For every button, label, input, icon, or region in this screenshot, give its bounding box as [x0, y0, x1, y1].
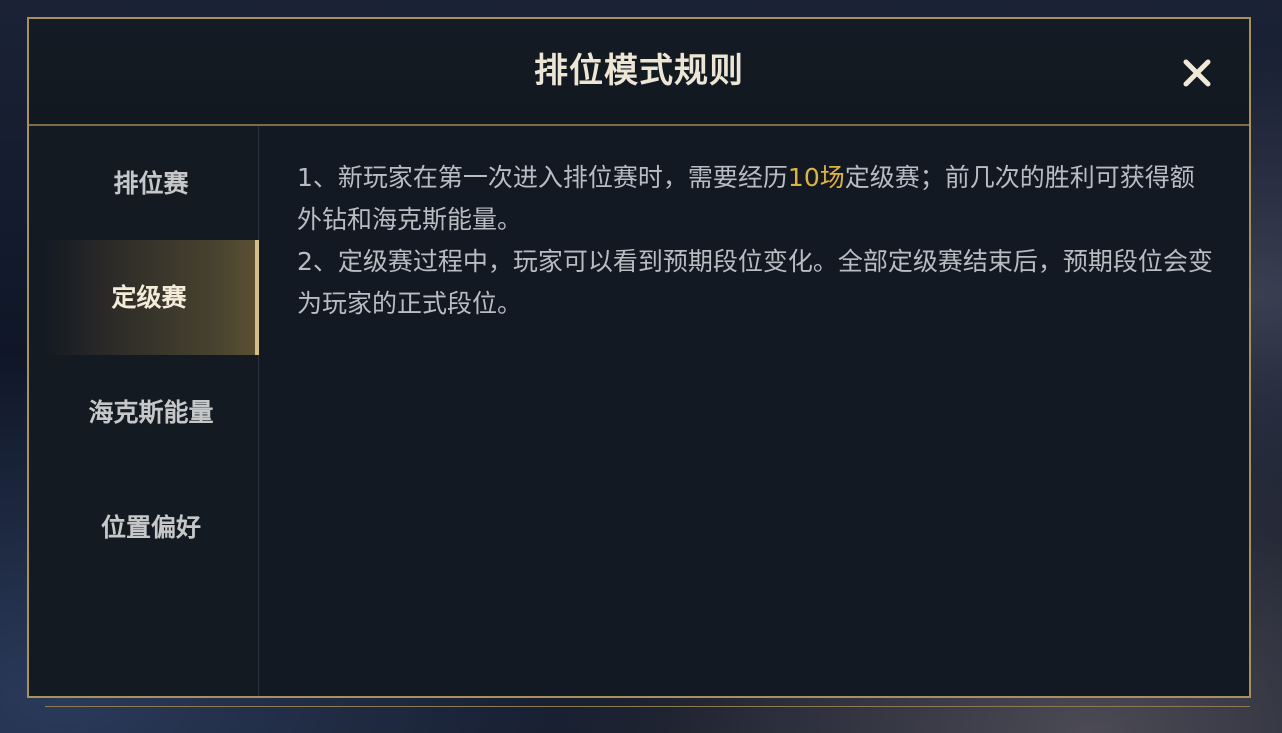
rules-content: 1、新玩家在第一次进入排位赛时，需要经历10场定级赛；前几次的胜利可获得额外钻和… [297, 157, 1217, 325]
sidebar-item-label: 定级赛 [111, 283, 187, 312]
highlight-text: 10场 [787, 163, 845, 192]
sidebar-item-label: 海克斯能量 [88, 398, 214, 427]
close-icon [1183, 59, 1211, 87]
sidebar-item-ranked[interactable]: 排位赛 [43, 126, 259, 241]
sidebar-item-position-preference[interactable]: 位置偏好 [43, 470, 259, 585]
rules-dialog: 排位模式规则 排位赛 定级赛 海克斯能量 位置偏好 1、新玩家在第一次进入排位赛… [27, 17, 1251, 698]
sidebar-item-label: 排位赛 [113, 169, 189, 198]
sidebar-item-placement[interactable]: 定级赛 [43, 240, 259, 355]
dialog-header: 排位模式规则 [29, 19, 1249, 126]
rule-paragraph-2: 2、定级赛过程中，玩家可以看到预期段位变化。全部定级赛结束后，预期段位会变为玩家… [297, 247, 1213, 318]
dialog-title: 排位模式规则 [534, 51, 744, 91]
sidebar-item-label: 位置偏好 [100, 513, 201, 542]
rule-paragraph-1: 1、新玩家在第一次进入排位赛时，需要经历10场定级赛；前几次的胜利可获得额外钻和… [297, 157, 1217, 241]
rules-sidebar: 排位赛 定级赛 海克斯能量 位置偏好 [29, 126, 259, 696]
close-button[interactable] [1177, 53, 1217, 93]
rule-text: 1、新玩家在第一次进入排位赛时，需要经历 [297, 163, 788, 192]
sidebar-item-hextech-energy[interactable]: 海克斯能量 [43, 355, 259, 470]
